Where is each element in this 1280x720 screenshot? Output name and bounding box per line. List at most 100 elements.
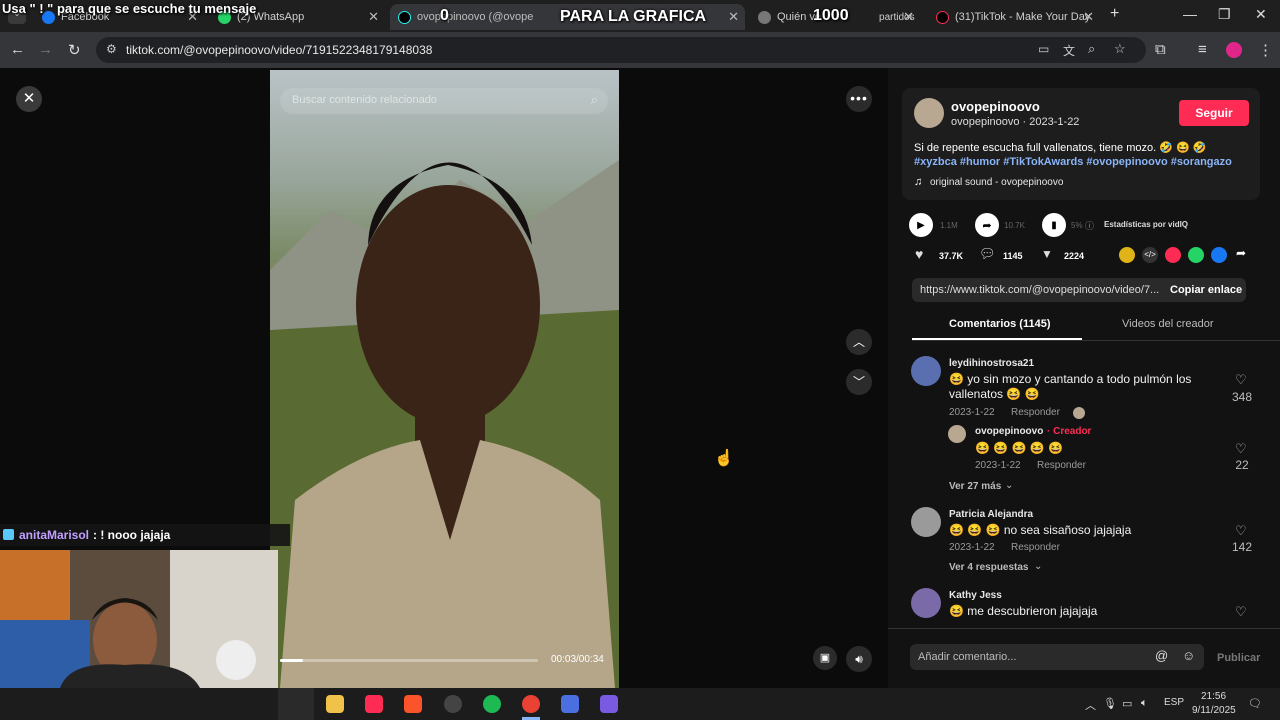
chevron-down-icon: ⌄ — [1034, 561, 1043, 572]
minimize-icon[interactable]: — — [1183, 6, 1197, 22]
share-count: 10.7K — [1004, 221, 1025, 230]
install-app-icon[interactable]: ▭ — [1038, 42, 1049, 56]
close-icon[interactable]: ✕ — [16, 86, 42, 112]
more-share-icon[interactable]: ➦ — [1236, 246, 1246, 260]
embed-icon[interactable]: </> — [1142, 247, 1158, 263]
post-comment-button[interactable]: Publicar — [1217, 652, 1260, 664]
site-info-icon[interactable]: ⚙ — [106, 42, 117, 56]
obs-icon[interactable] — [444, 695, 462, 713]
comment-username[interactable]: leydihinostrosa21 — [949, 358, 1034, 369]
bookmark-star-icon[interactable]: ☆ — [1114, 41, 1126, 57]
restore-icon[interactable]: ❐ — [1218, 6, 1231, 23]
video-time: 00:03/00:34 — [551, 654, 604, 665]
webcam-image — [0, 550, 278, 688]
emoji-icon[interactable]: ☺ — [1182, 648, 1195, 663]
comment-text: 😆 😆 😆 no sea sisañoso jajajaja — [949, 523, 1132, 537]
app-icon[interactable] — [600, 695, 618, 713]
reply-link[interactable]: Responder — [1037, 460, 1086, 471]
next-video-icon[interactable]: ﹀ — [846, 369, 872, 395]
translate-icon[interactable]: 文 — [1063, 42, 1075, 59]
file-explorer-icon[interactable] — [326, 695, 344, 713]
bookmark-icon[interactable]: ▼ — [1041, 247, 1053, 261]
comment-date: 2023-1-22 — [949, 407, 995, 418]
reply-avatar[interactable] — [948, 425, 966, 443]
tiktok-app-icon[interactable] — [365, 695, 383, 713]
tab-comments[interactable]: Comentarios (1145) — [949, 318, 1050, 330]
comment-username[interactable]: Patricia Alejandra — [949, 509, 1033, 520]
search-box[interactable]: Buscar contenido relacionado ⌕ — [280, 88, 608, 114]
clock-date[interactable]: 9/11/2025 — [1192, 705, 1236, 716]
clock-time[interactable]: 21:56 — [1201, 691, 1226, 702]
play-count-icon: ▶ — [909, 213, 933, 237]
menu-icon[interactable]: ⋮ — [1258, 41, 1273, 59]
microphone-icon[interactable]: 🎙︎ — [1103, 697, 1117, 710]
reply-link[interactable]: Responder — [1011, 542, 1060, 553]
video-player[interactable]: Buscar contenido relacionado ⌕ 00:03/00:… — [270, 70, 619, 688]
commenter-avatar[interactable] — [911, 356, 941, 386]
volume-icon[interactable]: 🔊︎ — [846, 646, 872, 672]
commenter-avatar[interactable] — [911, 588, 941, 618]
comment-like-icon[interactable]: ♡ — [1235, 604, 1247, 620]
comment-like-icon[interactable]: ♡ — [1235, 523, 1247, 539]
brave-icon[interactable] — [404, 695, 422, 713]
view-more-replies[interactable]: Ver 27 más — [949, 481, 1001, 492]
app-icon[interactable] — [561, 695, 579, 713]
previous-video-icon[interactable]: ︿ — [846, 329, 872, 355]
media-icon[interactable]: ≡ — [1198, 41, 1207, 58]
facebook-share-icon[interactable] — [1211, 247, 1227, 263]
close-tab-icon[interactable]: ✕ — [1083, 9, 1094, 25]
close-tab-icon[interactable]: ✕ — [368, 9, 379, 25]
forward-icon[interactable]: → — [38, 41, 53, 58]
reply-username[interactable]: ovopepinoovo — [975, 426, 1043, 437]
new-tab-icon[interactable]: + — [1110, 5, 1119, 23]
whatsapp-share-icon[interactable] — [1188, 247, 1204, 263]
pip-icon[interactable]: ▣ — [813, 646, 837, 670]
sound-name[interactable]: original sound - ovopepinoovo — [930, 177, 1063, 188]
search-icon[interactable]: ⌕ — [591, 92, 598, 108]
composer-divider — [888, 628, 1280, 629]
spotify-icon[interactable] — [483, 695, 501, 713]
taskbar-search-box[interactable] — [278, 688, 314, 720]
copy-link-button[interactable]: Copiar enlace — [1170, 284, 1242, 296]
reload-icon[interactable]: ↻ — [68, 41, 81, 59]
close-tab-icon[interactable]: ✕ — [903, 9, 914, 25]
close-window-icon[interactable]: ✕ — [1255, 6, 1267, 23]
comment-icon[interactable]: 💬︎ — [979, 246, 996, 262]
zoom-icon[interactable]: ⌕ — [1088, 41, 1095, 57]
more-options-icon[interactable]: ••• — [846, 86, 872, 112]
progress-track[interactable] — [280, 659, 538, 662]
commenter-avatar[interactable] — [911, 507, 941, 537]
post-hashtags[interactable]: #xyzbca #humor #TikTokAwards #ovopepinoo… — [914, 156, 1232, 168]
comment-like-icon[interactable]: ♡ — [1235, 441, 1247, 457]
chat-username: anitaMarisol — [19, 528, 90, 542]
creator-username[interactable]: ovopepinoovo — [951, 99, 1040, 114]
back-icon[interactable]: ← — [10, 41, 25, 58]
comment-like-icon[interactable]: ♡ — [1235, 372, 1247, 388]
tab-creator-videos[interactable]: Videos del creador — [1122, 318, 1214, 330]
extensions-icon[interactable]: ⧉ — [1155, 41, 1166, 58]
creator-avatar[interactable] — [914, 98, 944, 128]
notification-icon[interactable]: 🗨︎ — [1248, 697, 1262, 710]
view-replies[interactable]: Ver 4 respuestas — [949, 562, 1029, 573]
language-indicator[interactable]: ESP — [1164, 697, 1184, 708]
tab-tiktok-home[interactable]: (31)TikTok - Make Your Day ✕ — [928, 4, 1100, 30]
close-tab-icon[interactable]: ✕ — [728, 9, 739, 25]
mention-icon[interactable]: @ — [1155, 648, 1168, 663]
address-bar[interactable]: ⚙ tiktok.com/@ovopepinoovo/video/7191522… — [96, 37, 1146, 63]
video-link[interactable]: https://www.tiktok.com/@ovopepinoovo/vid… — [920, 284, 1159, 296]
send-icon[interactable] — [1165, 247, 1181, 263]
profile-avatar[interactable] — [1226, 42, 1242, 58]
coin-share-icon[interactable] — [1119, 247, 1135, 263]
reply-link[interactable]: Responder — [1011, 407, 1060, 418]
play-count: 1.1M — [940, 221, 958, 230]
comment-count: 1145 — [1003, 251, 1023, 261]
like-icon[interactable]: ♥ — [915, 246, 923, 262]
comment-input[interactable]: Añadir comentario... @ ☺ — [910, 644, 1204, 670]
speaker-icon[interactable]: 🔈︎ — [1141, 697, 1148, 710]
follow-button[interactable]: Seguir — [1179, 100, 1249, 126]
network-icon[interactable]: ▭ — [1122, 697, 1132, 710]
tray-chevron-icon[interactable]: ︿ — [1085, 697, 1096, 713]
chrome-icon[interactable] — [522, 695, 540, 713]
comment-username[interactable]: Kathy Jess — [949, 590, 1002, 601]
chevron-down-icon: ⌄ — [1005, 480, 1014, 491]
